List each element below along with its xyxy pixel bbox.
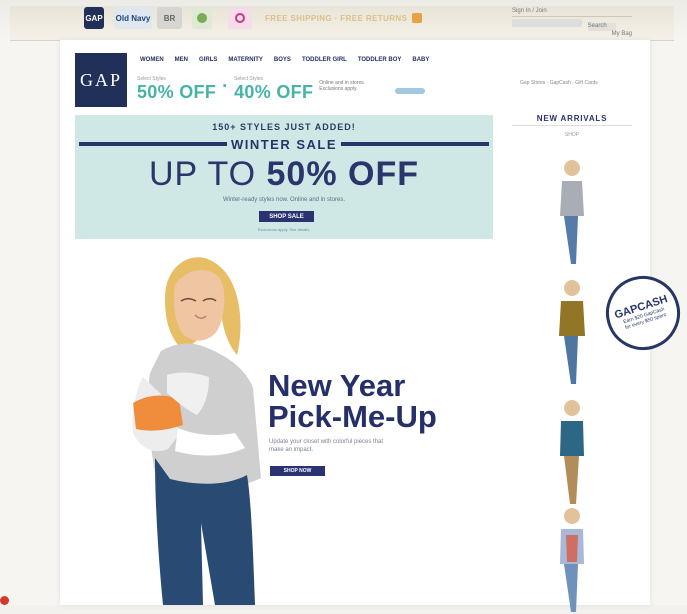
nav-baby[interactable]: BABY bbox=[412, 57, 429, 63]
piperlime-icon bbox=[197, 13, 207, 23]
discount-separator: · bbox=[222, 76, 229, 96]
brand-tab-br[interactable]: BR bbox=[157, 7, 182, 29]
brand-tab-old-navy[interactable]: Old Navy bbox=[114, 7, 152, 29]
new-year-hero[interactable]: New Year Pick-Me-Up Update your closet w… bbox=[75, 243, 500, 605]
discount-left: 50% OFF bbox=[137, 82, 217, 102]
promo-text: FREE SHIPPING · FREE RETURNS bbox=[265, 13, 408, 23]
arrival-look-4[interactable] bbox=[546, 504, 598, 614]
sale-title-row: WINTER SALE bbox=[75, 136, 493, 152]
nav-maternity[interactable]: MATERNITY bbox=[228, 57, 263, 63]
shop-now-button[interactable]: SHOP NOW bbox=[270, 466, 325, 476]
sign-in-link[interactable]: Sign In / Join bbox=[512, 8, 547, 14]
brand-tab-athleta[interactable] bbox=[228, 7, 252, 29]
shopping-bag-icon bbox=[412, 13, 423, 23]
discount-details-button[interactable] bbox=[395, 88, 426, 94]
new-arrivals-rule bbox=[512, 125, 632, 126]
arrival-look-1[interactable] bbox=[546, 156, 598, 266]
nav-women[interactable]: WOMEN bbox=[140, 57, 164, 63]
search-input[interactable] bbox=[512, 19, 582, 27]
gap-logo[interactable]: GAP bbox=[75, 53, 127, 107]
new-arrivals-sidebar: NEW ARRIVALS SHOP bbox=[512, 114, 632, 612]
hero-headline-line-1: New Year bbox=[268, 368, 406, 403]
nav-toddler-girl[interactable]: TODDLER GIRL bbox=[302, 57, 347, 63]
sale-subtitle: Winter-ready styles now. Online and in s… bbox=[222, 197, 346, 203]
title-rule-left bbox=[79, 142, 227, 146]
arrival-look-3[interactable] bbox=[546, 396, 598, 506]
discount-right: 40% OFF bbox=[234, 82, 314, 102]
bag-link[interactable]: My Bag bbox=[512, 31, 632, 37]
discount-note: Online and in stores. Exclusions apply. bbox=[319, 80, 366, 92]
discount-promo[interactable]: Select Styles 50% OFF · Select Styles 40… bbox=[137, 76, 426, 103]
nav-girls[interactable]: GIRLS bbox=[199, 57, 217, 63]
nav-men[interactable]: MEN bbox=[175, 57, 188, 63]
sale-discount-value: 50% OFF bbox=[266, 155, 419, 193]
nav-boys[interactable]: BOYS bbox=[274, 57, 291, 63]
main-navigation: WOMEN MEN GIRLS MATERNITY BOYS TODDLER G… bbox=[140, 57, 429, 63]
sale-discount: UP TO 50% OFF bbox=[75, 155, 493, 194]
search-button[interactable]: Search bbox=[587, 23, 616, 31]
account-panel: Sign In / Join Search My Bag bbox=[512, 8, 632, 37]
brand-tab-piperlime[interactable] bbox=[192, 7, 212, 29]
new-styles-text: 150+ STYLES JUST ADDED! bbox=[212, 122, 356, 132]
sign-in-row[interactable]: Sign In / Join bbox=[512, 8, 632, 17]
sale-title: WINTER SALE bbox=[230, 136, 338, 152]
nav-toddler-boy[interactable]: TODDLER BOY bbox=[358, 57, 402, 63]
promo-strip[interactable]: FREE SHIPPING · FREE RETURNS bbox=[265, 10, 465, 26]
sale-fine-print[interactable]: Exclusions apply. See details. bbox=[75, 227, 493, 232]
arrival-look-2[interactable] bbox=[546, 276, 598, 386]
hero-headline: New Year Pick-Me-Up bbox=[268, 370, 478, 432]
winter-sale-banner[interactable]: 150+ STYLES JUST ADDED! WINTER SALE UP T… bbox=[75, 115, 493, 239]
hero-copy: Update your closet with colorful pieces … bbox=[269, 439, 384, 453]
athleta-icon bbox=[235, 13, 245, 23]
hero-headline-line-2: Pick-Me-Up bbox=[268, 399, 437, 434]
page-indicator bbox=[0, 596, 9, 605]
new-arrivals-heading: NEW ARRIVALS bbox=[536, 114, 608, 123]
title-rule-right bbox=[341, 142, 489, 146]
sale-discount-prefix: UP TO bbox=[149, 155, 257, 193]
woman-model-image bbox=[132, 257, 261, 605]
new-arrivals-label: SHOP bbox=[564, 132, 580, 138]
shop-sale-button[interactable]: SHOP SALE bbox=[259, 211, 314, 222]
utility-links[interactable]: Gap Stores · GapCash · Gift Cards bbox=[520, 80, 640, 86]
brand-tab-gap[interactable]: GAP bbox=[84, 7, 104, 29]
